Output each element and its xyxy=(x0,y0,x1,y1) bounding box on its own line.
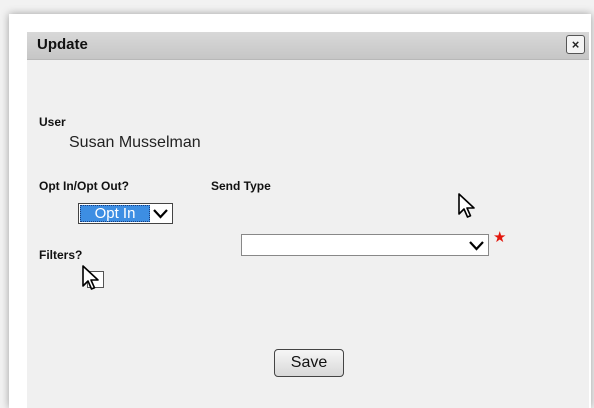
mouse-cursor-icon xyxy=(458,193,475,218)
opt-in-out-label: Opt In/Opt Out? xyxy=(39,179,129,193)
opt-in-out-select[interactable]: Opt In xyxy=(78,203,173,224)
save-button[interactable]: Save xyxy=(274,349,344,377)
chevron-down-icon xyxy=(153,209,168,219)
opt-in-out-selected-value: Opt In xyxy=(80,205,150,222)
update-dialog: Update × User Susan Musselman Opt In/Opt… xyxy=(9,14,591,408)
send-type-label: Send Type xyxy=(211,179,271,193)
close-button[interactable]: × xyxy=(566,35,585,54)
send-type-select[interactable] xyxy=(241,234,489,256)
dialog-content: User Susan Musselman Opt In/Opt Out? Opt… xyxy=(27,60,589,408)
filters-label: Filters? xyxy=(39,248,83,262)
dialog-title: Update xyxy=(37,36,88,53)
user-value: Susan Musselman xyxy=(69,134,201,151)
close-icon: × xyxy=(571,37,580,52)
required-star-icon: ★ xyxy=(493,229,507,246)
mouse-cursor-icon xyxy=(82,265,99,290)
dialog-titlebar: Update × xyxy=(27,32,589,60)
chevron-down-icon xyxy=(469,241,484,251)
user-label: User xyxy=(39,115,66,129)
